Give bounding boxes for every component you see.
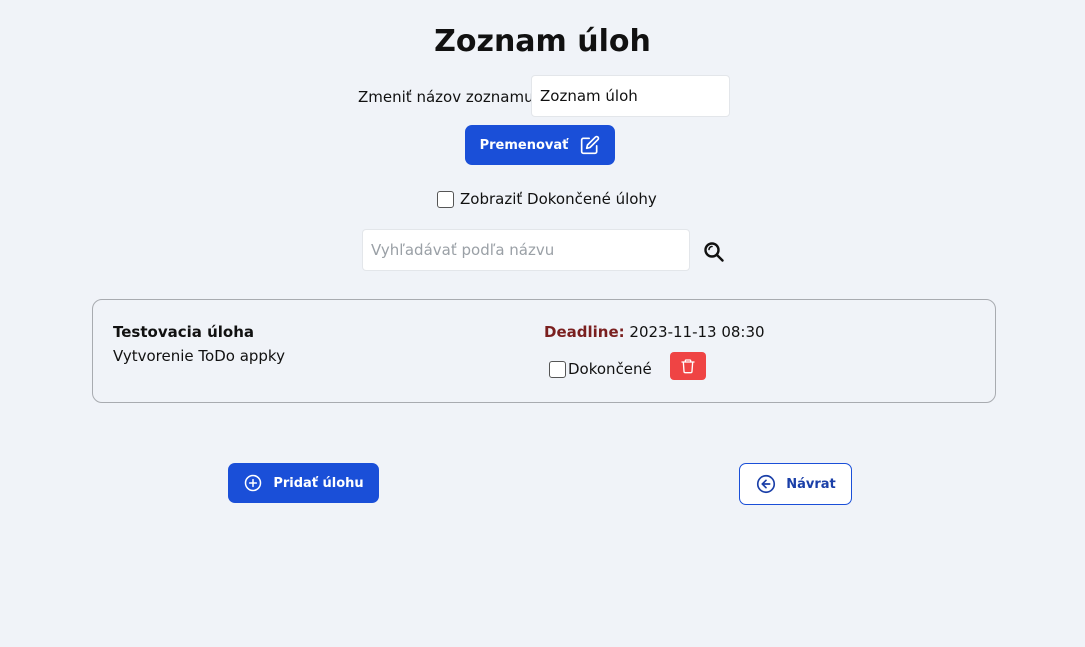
- rename-button-label: Premenovať: [479, 137, 569, 153]
- show-completed-checkbox[interactable]: [437, 190, 454, 208]
- edit-icon: [580, 135, 600, 155]
- page-title: Zoznam úloh: [434, 24, 651, 59]
- back-label: Návrat: [786, 476, 836, 492]
- deadline-label: Deadline:: [544, 323, 625, 341]
- list-name-input[interactable]: [531, 75, 730, 117]
- add-task-button[interactable]: Pridať úlohu: [228, 463, 379, 503]
- task-card: Testovacia úloha Vytvorenie ToDo appky D…: [92, 299, 996, 403]
- rename-button[interactable]: Premenovať: [465, 125, 615, 165]
- task-done-label: Dokončené: [568, 360, 652, 378]
- plus-circle-icon: [243, 473, 263, 493]
- task-done-checkbox[interactable]: [549, 360, 566, 378]
- search-icon[interactable]: [702, 240, 726, 264]
- task-description: Vytvorenie ToDo appky: [113, 347, 285, 365]
- rename-label: Zmeniť názov zoznamu:: [358, 88, 539, 106]
- add-task-label: Pridať úlohu: [273, 475, 364, 491]
- task-done-toggle[interactable]: Dokončené: [549, 360, 652, 378]
- search-input[interactable]: [362, 229, 690, 271]
- show-completed-label: Zobraziť Dokončené úlohy: [460, 190, 657, 208]
- delete-task-button[interactable]: [670, 352, 706, 380]
- deadline-value: 2023-11-13 08:30: [629, 323, 765, 341]
- back-button[interactable]: Návrat: [739, 463, 852, 505]
- task-deadline: Deadline: 2023-11-13 08:30: [544, 323, 765, 341]
- task-title: Testovacia úloha: [113, 323, 255, 341]
- trash-icon: [680, 357, 696, 375]
- arrow-left-circle-icon: [755, 473, 777, 495]
- show-completed-toggle[interactable]: Zobraziť Dokončené úlohy: [437, 190, 657, 208]
